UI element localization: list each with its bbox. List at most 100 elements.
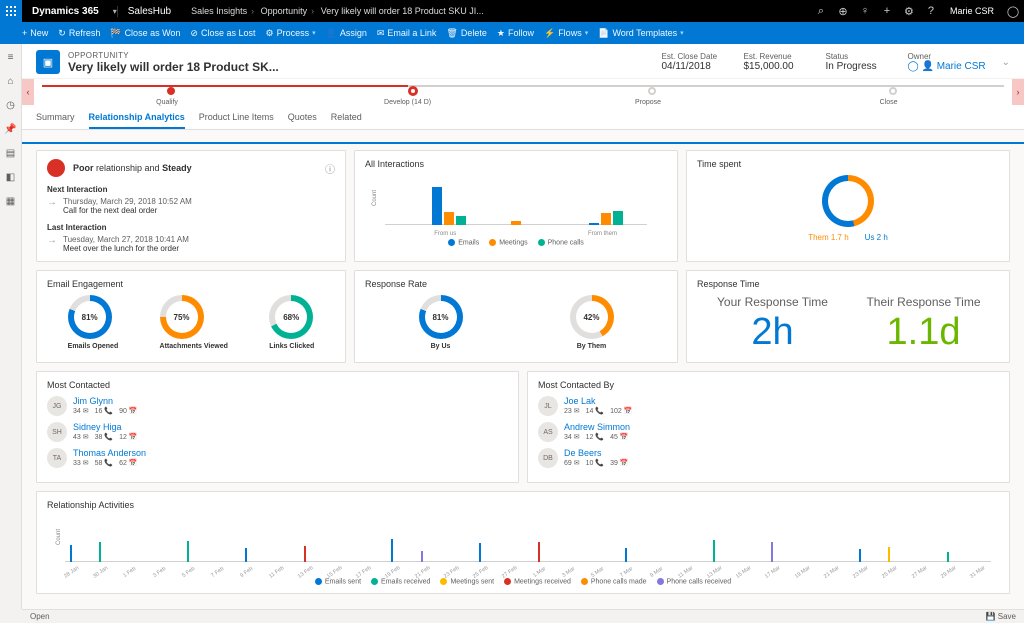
settings-icon[interactable]: ⚙: [898, 5, 920, 18]
add-icon[interactable]: +: [876, 5, 898, 17]
record-title: Very likely will order 18 Product SK...: [68, 60, 279, 74]
donut-label: Attachments Viewed: [160, 343, 228, 350]
open-label: Open: [30, 612, 50, 621]
entity-label: OPPORTUNITY: [68, 51, 279, 60]
activity-tick: [538, 542, 540, 562]
cmd-new[interactable]: +New: [22, 28, 48, 38]
last-interaction-label: Last Interaction: [47, 223, 335, 232]
nav-icon[interactable]: ▤: [4, 146, 18, 160]
activity-tick: [625, 548, 627, 562]
activity-tick: [713, 540, 715, 562]
stage-node[interactable]: [408, 86, 418, 96]
tab-relationship-analytics[interactable]: Relationship Analytics: [89, 108, 185, 129]
header-field: StatusIn Progress: [818, 52, 900, 72]
save-button[interactable]: 💾 Save: [986, 612, 1016, 621]
time-spent-donut: [822, 175, 874, 227]
donut-label: By Them: [570, 343, 614, 350]
business-process-flow[interactable]: ‹ › QualifyDevelop (14 D)ProposeClose: [22, 78, 1024, 104]
record-header: ▣ OPPORTUNITY Very likely will order 18 …: [22, 44, 1024, 78]
crumb: Very likely will order 18 Product SKU JI…: [321, 6, 484, 16]
stage-label: Propose: [635, 99, 661, 106]
contact-item[interactable]: TAThomas Anderson33 ✉58 📞62 📅: [47, 448, 508, 468]
user-avatar-icon[interactable]: ◯: [1002, 5, 1024, 18]
activity-tick: [99, 542, 101, 562]
brand-name[interactable]: Dynamics 365: [22, 6, 109, 17]
contact-item[interactable]: DBDe Beers69 ✉10 📞39 📅: [538, 448, 999, 468]
chevron-down-icon[interactable]: ⌄: [1002, 57, 1010, 68]
recent-icon[interactable]: ◷: [4, 98, 18, 112]
pin-icon[interactable]: 📌: [4, 122, 18, 136]
activity-tick: [479, 543, 481, 562]
most-contacted-card: Most Contacted JGJim Glynn34 ✉16 📞90 📅SH…: [36, 371, 519, 483]
last-interaction-subject: Meet over the lunch for the order: [63, 244, 189, 253]
waffle-icon: [6, 6, 16, 16]
contact-item[interactable]: SHSidney Higa43 ✉38 📞12 📅: [47, 422, 508, 442]
help-icon[interactable]: ?: [920, 5, 942, 17]
bar: [589, 223, 599, 225]
stage-node[interactable]: [889, 87, 897, 95]
date-label: 5 Mar: [590, 566, 605, 579]
contact-item[interactable]: ASAndrew Simmon34 ✉12 📞45 📅: [538, 422, 999, 442]
their-response-label: Their Response Time: [848, 295, 999, 309]
search-icon[interactable]: ⌕: [810, 5, 832, 18]
stage-prev-arrow[interactable]: ‹: [22, 79, 34, 105]
cmd-refresh[interactable]: ↻Refresh: [58, 28, 100, 39]
crumb[interactable]: Sales Insights: [191, 6, 247, 16]
cmd-assign[interactable]: 👤Assign: [326, 28, 367, 39]
command-bar: +New ↻Refresh 🏁Close as Won ⊘Close as Lost ⚙…: [0, 22, 1024, 44]
app-launcher[interactable]: [0, 0, 22, 22]
date-label: 1 Feb: [123, 566, 138, 579]
menu-icon[interactable]: ≡: [4, 50, 18, 64]
your-response-value: 2h: [697, 311, 848, 354]
info-icon[interactable]: ⓘ: [325, 161, 335, 176]
stage-node[interactable]: [167, 87, 175, 95]
main-area: ▣ OPPORTUNITY Very likely will order 18 …: [22, 44, 1024, 609]
card-title: Response Rate: [365, 279, 667, 289]
cmd-close-as-won[interactable]: 🏁Close as Won: [110, 28, 180, 39]
stage-next-arrow[interactable]: ›: [1012, 79, 1024, 105]
app-name[interactable]: SalesHub: [117, 6, 181, 17]
activity-tick: [70, 545, 72, 562]
stage-node[interactable]: [648, 87, 656, 95]
nav-icon[interactable]: ◧: [4, 170, 18, 184]
cmd-delete[interactable]: 🗑Delete: [446, 28, 486, 39]
chevron-down-icon[interactable]: ▾: [109, 7, 117, 16]
activity-tick: [391, 539, 393, 562]
header-field: Est. Close Date04/11/2018: [654, 52, 736, 72]
donut-label: Emails Opened: [68, 343, 119, 350]
tab-related[interactable]: Related: [331, 108, 362, 129]
crumb[interactable]: Opportunity: [261, 6, 308, 16]
cmd-word-templates[interactable]: 📄Word Templates▾: [598, 28, 683, 39]
tab-quotes[interactable]: Quotes: [288, 108, 317, 129]
bar: [613, 211, 623, 225]
cmd-email-a-link[interactable]: ✉Email a Link: [377, 28, 437, 39]
contact-item[interactable]: JGJim Glynn34 ✉16 📞90 📅: [47, 396, 508, 416]
lightbulb-icon[interactable]: ♀: [854, 5, 876, 17]
breadcrumb: Sales Insights› Opportunity› Very likely…: [181, 6, 494, 16]
avatar: JG: [47, 396, 67, 416]
tab-summary[interactable]: Summary: [36, 108, 75, 129]
nav-icon[interactable]: ▦: [4, 194, 18, 208]
status-bar: Open 💾 Save: [22, 609, 1024, 623]
user-name[interactable]: Marie CSR: [942, 6, 1002, 16]
cmd-follow[interactable]: ★Follow: [497, 28, 534, 39]
home-icon[interactable]: ⌂: [4, 74, 18, 88]
cmd-flows[interactable]: ⚡Flows▾: [544, 28, 588, 39]
relationship-health-card: Poor relationship and Steady ⓘ Next Inte…: [36, 150, 346, 262]
stage-label: Close: [880, 99, 898, 106]
activity-tick: [245, 548, 247, 562]
donut-gauge: 81%: [419, 295, 463, 339]
arrow-right-icon: →: [47, 197, 57, 215]
cmd-close-as-lost[interactable]: ⊘Close as Lost: [190, 28, 255, 39]
assistant-icon[interactable]: ⊕: [832, 5, 854, 18]
activity-tick: [421, 551, 423, 562]
contact-item[interactable]: JLJoe Lak23 ✉14 📞102 📅: [538, 396, 999, 416]
activity-tick: [859, 549, 861, 563]
avatar: JL: [538, 396, 558, 416]
date-label: 9 Mar: [649, 566, 664, 579]
time-spent-card: Time spent Them 1.7 h Us 2 h: [686, 150, 1010, 262]
cmd-process[interactable]: ⚙Process▾: [266, 28, 316, 39]
activity-tick: [771, 542, 773, 562]
health-indicator-icon: [47, 159, 65, 177]
tab-product-line-items[interactable]: Product Line Items: [199, 108, 274, 129]
